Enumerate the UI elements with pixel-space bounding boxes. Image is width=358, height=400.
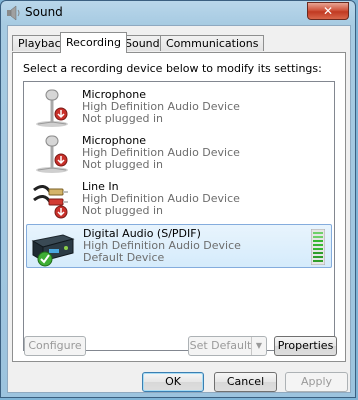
set-default-label: Set Default bbox=[189, 339, 252, 352]
configure-button[interactable]: Configure bbox=[24, 336, 86, 356]
device-status: Not plugged in bbox=[82, 112, 164, 125]
microphone-icon bbox=[36, 135, 68, 173]
close-icon: ✕ bbox=[322, 4, 334, 18]
dialog-client: Playback Recording Sounds Communications… bbox=[7, 25, 351, 393]
level-meter-icon bbox=[311, 229, 325, 265]
recording-panel: Select a recording device below to modif… bbox=[12, 52, 346, 362]
device-item-microphone-1[interactable]: Microphone High Definition Audio Device … bbox=[26, 86, 332, 130]
set-default-button[interactable]: Set Default ▼ bbox=[188, 336, 267, 356]
tab-recording[interactable]: Recording bbox=[60, 32, 128, 53]
properties-button[interactable]: Properties bbox=[274, 336, 337, 356]
cancel-button[interactable]: Cancel bbox=[214, 372, 277, 392]
sound-window: Sound ✕ Playback Recording Sounds Commun… bbox=[0, 0, 356, 398]
device-status: Default Device bbox=[83, 251, 165, 264]
device-item-line-in[interactable]: Line In High Definition Audio Device Not… bbox=[26, 178, 332, 222]
close-button[interactable]: ✕ bbox=[307, 2, 349, 20]
ok-button[interactable]: OK bbox=[142, 372, 204, 392]
device-list[interactable]: Microphone High Definition Audio Device … bbox=[23, 81, 335, 351]
instruction-text: Select a recording device below to modif… bbox=[23, 62, 322, 75]
dropdown-arrow-icon[interactable]: ▼ bbox=[251, 337, 266, 355]
window-title: Sound bbox=[25, 5, 63, 19]
device-status: Not plugged in bbox=[82, 204, 164, 217]
speaker-icon bbox=[7, 5, 20, 21]
apply-button[interactable]: Apply bbox=[285, 372, 348, 392]
line-in-cable-icon bbox=[33, 185, 68, 219]
device-item-digital-audio[interactable]: Digital Audio (S/PDIF) High Definition A… bbox=[26, 224, 332, 268]
device-status: Not plugged in bbox=[82, 158, 164, 171]
device-item-microphone-2[interactable]: Microphone High Definition Audio Device … bbox=[26, 132, 332, 176]
digital-audio-device-icon bbox=[31, 234, 75, 267]
title-bar[interactable]: Sound ✕ bbox=[1, 1, 355, 25]
microphone-icon bbox=[36, 89, 68, 127]
tab-communications[interactable]: Communications bbox=[160, 35, 265, 51]
